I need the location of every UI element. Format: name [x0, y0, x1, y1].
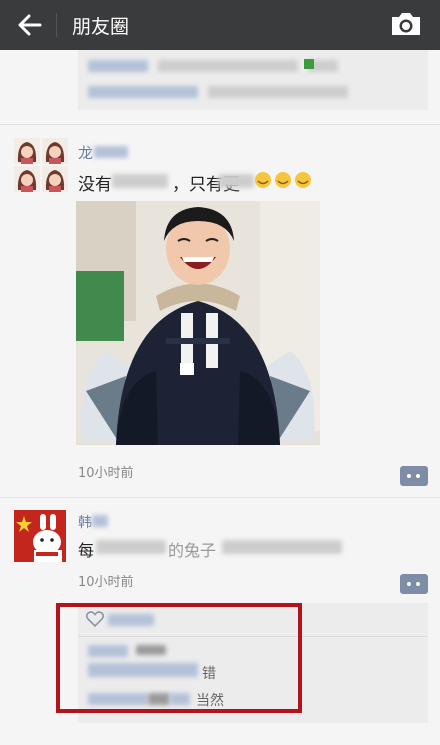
post-text-mid: 的兔子	[168, 541, 217, 560]
post-text-start: 每	[78, 541, 95, 560]
author-name-text: 龙	[78, 144, 94, 162]
dot-icon	[407, 474, 411, 478]
back-button[interactable]	[14, 9, 46, 41]
bunny-flag-avatar-icon	[14, 510, 66, 562]
green-emoji-icon	[304, 59, 314, 69]
blurred-text	[208, 86, 348, 98]
bottom-area	[0, 726, 440, 745]
comment-more-button[interactable]	[400, 574, 428, 594]
dot-icon	[416, 474, 420, 478]
blurred-text	[88, 86, 198, 98]
laughing-emoji-icon	[255, 172, 311, 188]
avatar[interactable]	[14, 510, 66, 562]
avatar[interactable]	[14, 138, 68, 192]
arrow-left-icon	[18, 14, 42, 36]
girl-avatar-icon	[42, 138, 68, 164]
top-bar: 朋友圈	[0, 0, 440, 50]
blurred-text	[88, 60, 148, 72]
author-name-text: 韩	[78, 515, 92, 531]
highlight-frame	[56, 603, 302, 713]
post-time: 10小时前	[78, 575, 134, 590]
shared-link-card[interactable]	[78, 50, 428, 110]
emoji-row	[254, 171, 314, 193]
blurred-text	[158, 60, 298, 72]
girl-avatar-icon	[14, 166, 40, 192]
header-divider	[56, 13, 57, 37]
camera-icon	[392, 13, 420, 35]
feed-divider	[0, 497, 440, 498]
post-photo[interactable]	[76, 201, 320, 445]
blurred-text	[96, 540, 166, 554]
author-name[interactable]: 韩	[78, 512, 92, 532]
blurred-text	[222, 540, 342, 554]
dot-icon	[407, 582, 411, 586]
post-time: 10小时前	[78, 466, 134, 481]
page-title: 朋友圈	[72, 16, 130, 38]
author-name[interactable]: 龙	[78, 142, 93, 163]
blurred-text	[218, 174, 254, 188]
post-text-start: 没有	[78, 175, 112, 195]
girl-avatar-icon	[14, 138, 40, 164]
blurred-text	[112, 174, 168, 188]
girl-avatar-icon	[42, 166, 68, 192]
dot-icon	[416, 582, 420, 586]
camera-button[interactable]	[388, 8, 424, 40]
feed-divider	[0, 124, 440, 125]
blurred-name	[92, 515, 108, 527]
laughing-boy-photo	[76, 201, 320, 445]
blurred-name	[94, 146, 128, 158]
comment-more-button[interactable]	[400, 466, 428, 486]
